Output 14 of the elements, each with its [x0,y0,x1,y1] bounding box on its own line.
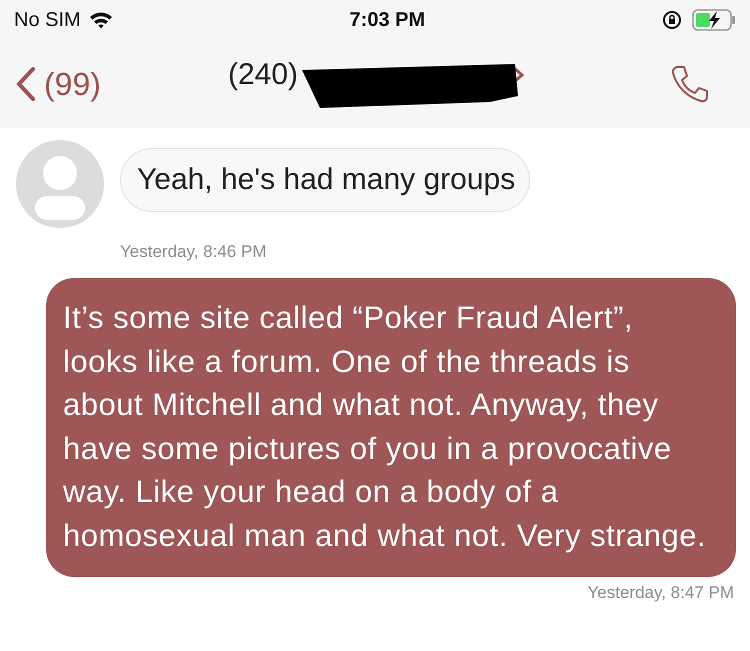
message-bubble: Yeah, he's had many groups [120,148,530,212]
back-button[interactable]: (99) [16,66,101,102]
status-time: 7:03 PM [350,8,426,32]
avatar-icon [16,140,104,228]
carrier-label: No SIM [14,8,81,32]
phone-icon[interactable] [670,64,710,104]
timestamp: Yesterday, 8:47 PM [586,583,734,603]
wifi-icon [88,11,113,29]
back-chevron-icon [16,67,36,101]
battery-icon [692,9,736,31]
timestamp: Yesterday, 8:46 PM [120,242,268,262]
rotation-lock-icon [662,10,682,30]
contact-number[interactable]: (240) [228,58,298,92]
message-bubble: It’s some site called “Poker Fraud Alert”, looks like a forum. One of the threads is about Mitchell and what not. Anyway, they have some pictures of you in a provocative way. Like your head on a body of a homosexual man and what not. Very strange. [46,278,736,577]
